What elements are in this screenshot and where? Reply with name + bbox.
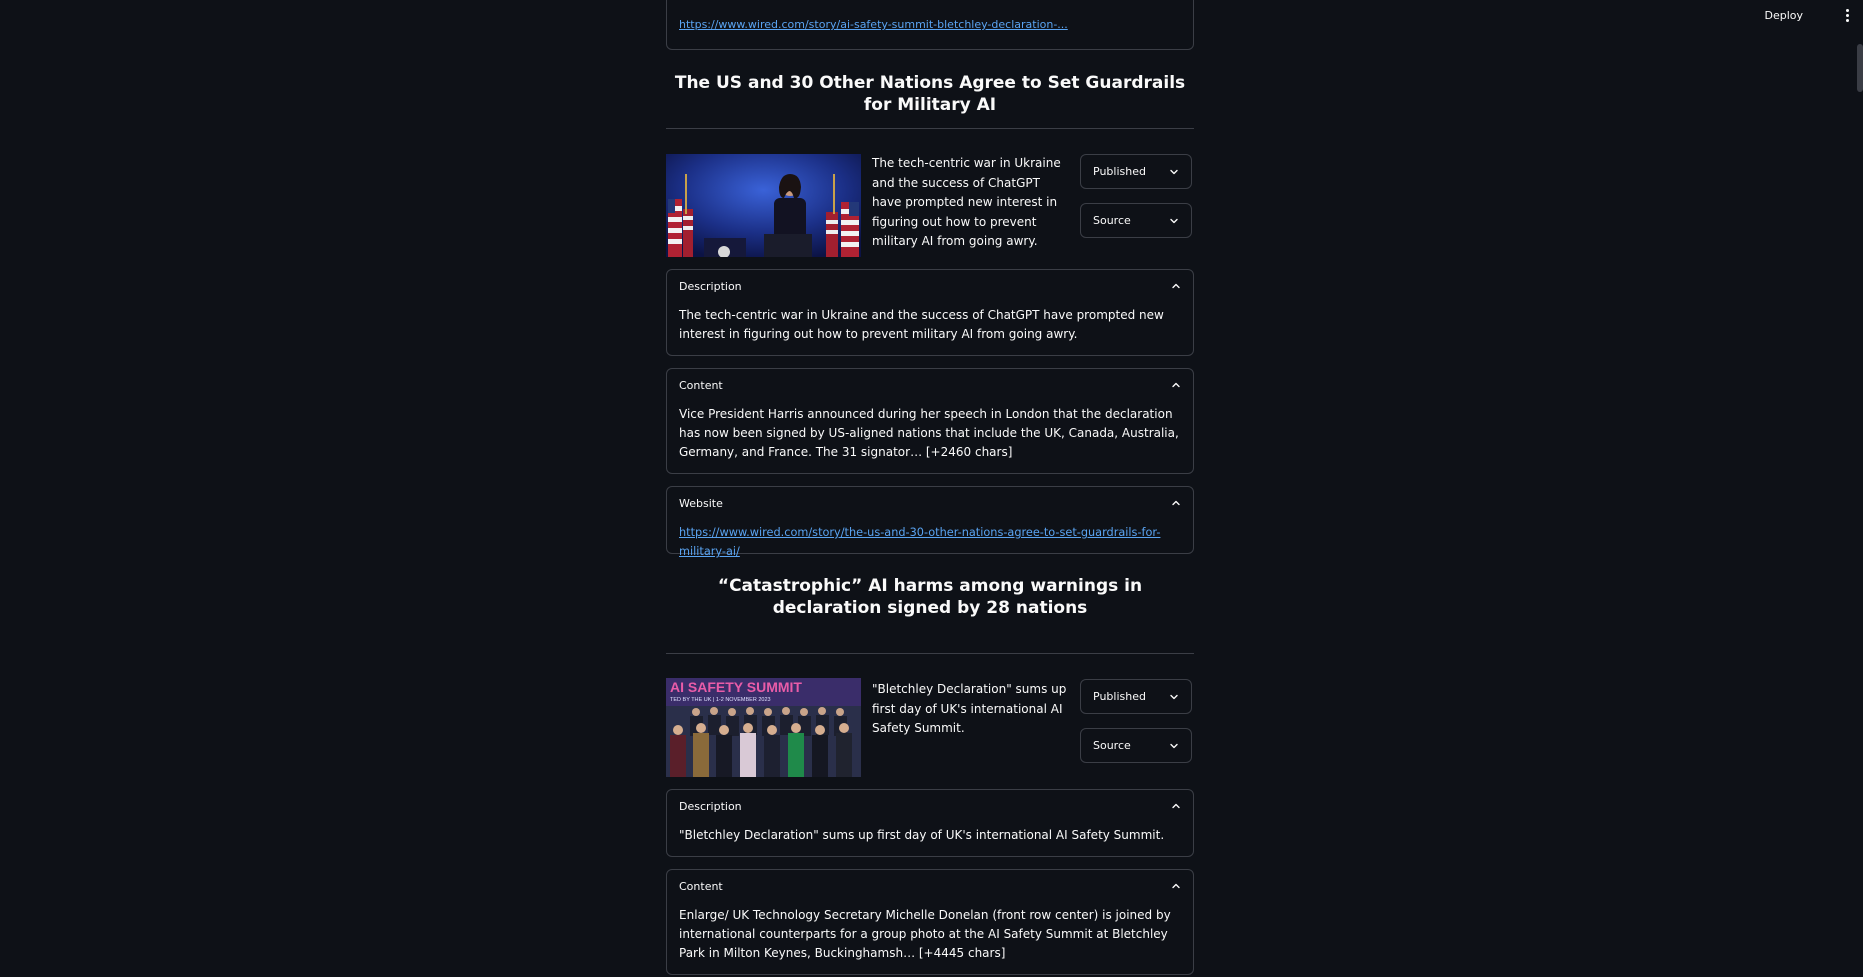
published-select-label: Published xyxy=(1093,690,1146,703)
chevron-down-icon xyxy=(1170,218,1178,223)
expander-label: Description xyxy=(679,279,742,293)
website-body: https://www.wired.com/story/the-us-and-3… xyxy=(667,519,1193,571)
chevron-up-icon xyxy=(1172,382,1180,388)
description-expander: Description "Bletchley Declaration" sums… xyxy=(666,789,1194,857)
published-select[interactable]: Published xyxy=(1080,679,1192,714)
chevron-down-icon xyxy=(1170,743,1178,748)
description-text: "Bletchley Declaration" sums up first da… xyxy=(679,828,1165,842)
website-expander: Website https://www.wired.com/story/the-… xyxy=(666,486,1194,558)
kebab-menu-icon[interactable] xyxy=(1839,6,1855,24)
chevron-up-icon xyxy=(1172,883,1180,889)
app-page: Deploy https://www.wired.com/story/ai-sa… xyxy=(0,0,1863,977)
description-text: The tech-centric war in Ukraine and the … xyxy=(679,308,1164,341)
article-title: “Catastrophic” AI harms among warnings i… xyxy=(717,576,1143,618)
content-expander-header[interactable]: Content xyxy=(667,870,1193,902)
source-select-label: Source xyxy=(1093,214,1131,227)
source-select[interactable]: Source xyxy=(1080,728,1192,763)
expander-label: Description xyxy=(679,799,742,813)
chevron-up-icon xyxy=(1172,283,1180,289)
article-title: The US and 30 Other Nations Agree to Set… xyxy=(674,73,1186,115)
description-expander-header[interactable]: Description xyxy=(667,270,1193,302)
chevron-down-icon xyxy=(1170,694,1178,699)
content-text: Enlarge/ UK Technology Secretary Michell… xyxy=(679,908,1171,960)
chevron-up-icon xyxy=(1172,500,1180,506)
previous-website-expander: https://www.wired.com/story/ai-safety-su… xyxy=(666,0,1194,50)
description-expander: Description The tech-centric war in Ukra… xyxy=(666,269,1194,356)
website-link[interactable]: https://www.wired.com/story/the-us-and-3… xyxy=(679,526,1160,558)
scrollbar-thumb[interactable] xyxy=(1857,44,1863,92)
content-text: Vice President Harris announced during h… xyxy=(679,407,1179,459)
chevron-down-icon xyxy=(1170,169,1178,174)
website-expander-header[interactable]: Website xyxy=(667,487,1193,519)
expander-label: Website xyxy=(679,496,723,510)
article-image xyxy=(666,154,861,257)
divider xyxy=(666,653,1194,654)
source-select-label: Source xyxy=(1093,739,1131,752)
expander-label: Content xyxy=(679,879,723,893)
description-expander-header[interactable]: Description xyxy=(667,790,1193,822)
deploy-button[interactable]: Deploy xyxy=(1758,6,1809,25)
content-expander-header[interactable]: Content xyxy=(667,369,1193,401)
content-expander: Content Enlarge/ UK Technology Secretary… xyxy=(666,869,1194,975)
source-select[interactable]: Source xyxy=(1080,203,1192,238)
previous-website-link[interactable]: https://www.wired.com/story/ai-safety-su… xyxy=(679,18,1068,31)
content-expander: Content Vice President Harris announced … xyxy=(666,368,1194,474)
article-summary: "Bletchley Declaration" sums up first da… xyxy=(872,682,1067,735)
article-image: AI SAFETY SUMMIT TED BY THE UK | 1-2 NOV… xyxy=(666,678,861,777)
expander-label: Content xyxy=(679,378,723,392)
article-summary: The tech-centric war in Ukraine and the … xyxy=(872,156,1061,248)
published-select[interactable]: Published xyxy=(1080,154,1192,189)
image-banner-title: AI SAFETY SUMMIT xyxy=(670,679,802,695)
divider xyxy=(666,128,1194,129)
chevron-up-icon xyxy=(1172,803,1180,809)
image-banner-sub: TED BY THE UK | 1-2 NOVEMBER 2023 xyxy=(670,697,771,703)
published-select-label: Published xyxy=(1093,165,1146,178)
